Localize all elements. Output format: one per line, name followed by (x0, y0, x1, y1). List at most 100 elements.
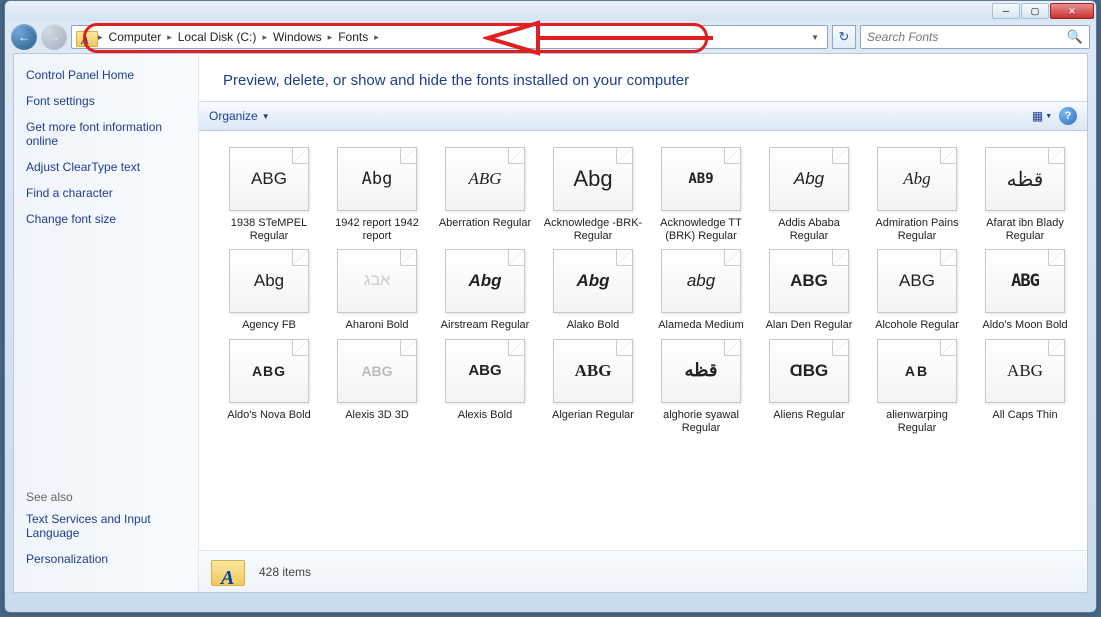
font-item[interactable]: ABalienwarping Regular (867, 339, 967, 435)
address-bar[interactable]: ▸ Computer ▸ Local Disk (C:) ▸ Windows ▸… (71, 25, 828, 49)
font-label: Aharoni Bold (346, 319, 409, 332)
sidebar: Control Panel Home Font settings Get mor… (14, 54, 199, 592)
view-icon: ▦ (1032, 109, 1043, 123)
font-item[interactable]: ABGAldo's Moon Bold (975, 249, 1075, 332)
titlebar: ─ ▢ ✕ (5, 1, 1096, 21)
font-label: Alan Den Regular (766, 319, 853, 332)
forward-button[interactable]: → (41, 24, 67, 50)
page-corner-icon (1048, 148, 1064, 164)
page-corner-icon (832, 250, 848, 266)
font-item[interactable]: Abg1942 report 1942 report (327, 147, 427, 243)
font-item[interactable]: ⱭBGAliens Regular (759, 339, 859, 435)
sidebar-link-cleartype[interactable]: Adjust ClearType text (26, 160, 186, 174)
font-item[interactable]: ABGAlexis 3D 3D (327, 339, 427, 435)
font-item[interactable]: ABGAll Caps Thin (975, 339, 1075, 435)
font-label: alghorie syawal Regular (651, 409, 751, 435)
font-label: Acknowledge TT (BRK) Regular (651, 217, 751, 243)
address-dropdown-icon[interactable]: ▼ (807, 33, 823, 42)
page-corner-icon (1048, 250, 1064, 266)
font-label: Alexis Bold (458, 409, 512, 422)
font-thumbnail: ABG (985, 249, 1065, 313)
font-item[interactable]: AbgAgency FB (219, 249, 319, 332)
font-item[interactable]: ABG Alan Den Regular (759, 249, 859, 332)
font-thumbnail: ABG (877, 249, 957, 313)
font-item[interactable]: ABG Alcohole Regular (867, 249, 967, 332)
font-thumbnail: ABG (229, 147, 309, 211)
refresh-icon: ↻ (839, 29, 850, 45)
page-corner-icon (616, 250, 632, 266)
sidebar-link-font-settings[interactable]: Font settings (26, 94, 186, 108)
font-item[interactable]: AbgAcknowledge -BRK- Regular (543, 147, 643, 243)
refresh-button[interactable]: ↻ (832, 25, 856, 49)
view-options-button[interactable]: ▦ ▼ (1031, 106, 1053, 126)
chevron-right-icon[interactable]: ▸ (167, 32, 172, 43)
font-label: Airstream Regular (441, 319, 530, 332)
font-item[interactable]: قظهAfarat ibn Blady Regular (975, 147, 1075, 243)
font-thumbnail: Abg (769, 147, 849, 211)
font-item[interactable]: AbgAdmiration Pains Regular (867, 147, 967, 243)
help-icon: ? (1065, 110, 1072, 122)
font-thumbnail: AB9 (661, 147, 741, 211)
explorer-window: ─ ▢ ✕ ← → ▸ Computer ▸ Local Disk (C:) ▸… (4, 0, 1097, 613)
font-item[interactable]: ABG Aberration Regular (435, 147, 535, 243)
back-button[interactable]: ← (11, 24, 37, 50)
font-thumbnail: Abg (553, 249, 633, 313)
chevron-right-icon[interactable]: ▸ (98, 32, 103, 43)
font-thumbnail: قظه (661, 339, 741, 403)
font-item[interactable]: abgAlameda Medium (651, 249, 751, 332)
help-button[interactable]: ? (1059, 107, 1077, 125)
sidebar-link-personalization[interactable]: Personalization (26, 552, 186, 566)
font-label: Admiration Pains Regular (867, 217, 967, 243)
font-thumbnail: ABG (985, 339, 1065, 403)
font-item[interactable]: AbgAddis Ababa Regular (759, 147, 859, 243)
search-icon[interactable]: 🔍 (1067, 29, 1083, 45)
breadcrumb-windows[interactable]: Windows (269, 30, 326, 44)
arrow-left-icon: ← (18, 30, 30, 44)
sidebar-link-more-info[interactable]: Get more font information online (26, 120, 186, 148)
page-corner-icon (508, 148, 524, 164)
font-item[interactable]: AbgAirstream Regular (435, 249, 535, 332)
font-thumbnail: ABG (445, 147, 525, 211)
sidebar-link-font-size[interactable]: Change font size (26, 212, 186, 226)
font-label: Alcohole Regular (875, 319, 959, 332)
font-label: Aberration Regular (439, 217, 531, 230)
close-button[interactable]: ✕ (1050, 3, 1094, 19)
font-item[interactable]: ABG1938 STeMPEL Regular (219, 147, 319, 243)
breadcrumb-fonts[interactable]: Fonts (334, 30, 372, 44)
breadcrumb-computer[interactable]: Computer (105, 30, 166, 44)
maximize-button[interactable]: ▢ (1021, 3, 1049, 19)
font-label: Acknowledge -BRK- Regular (543, 217, 643, 243)
page-corner-icon (832, 148, 848, 164)
chevron-right-icon[interactable]: ▸ (262, 32, 267, 43)
page-corner-icon (940, 148, 956, 164)
breadcrumb-localdisk[interactable]: Local Disk (C:) (174, 30, 261, 44)
search-box[interactable]: 🔍 (860, 25, 1090, 49)
font-item[interactable]: ABGAlgerian Regular (543, 339, 643, 435)
font-thumbnail: ABG (553, 339, 633, 403)
arrow-right-icon: → (48, 30, 60, 44)
font-item[interactable]: AbgAlako Bold (543, 249, 643, 332)
font-thumbnail: Abg (337, 147, 417, 211)
chevron-right-icon[interactable]: ▸ (328, 32, 333, 43)
font-item[interactable]: AB9 Acknowledge TT (BRK) Regular (651, 147, 751, 243)
minimize-button[interactable]: ─ (992, 3, 1020, 19)
page-corner-icon (940, 250, 956, 266)
font-item[interactable]: ABGAldo's Nova Bold (219, 339, 319, 435)
chevron-right-icon[interactable]: ▸ (374, 32, 379, 43)
page-corner-icon (616, 340, 632, 356)
font-item[interactable]: ABGAlexis Bold (435, 339, 535, 435)
font-item[interactable]: قظه alghorie syawal Regular (651, 339, 751, 435)
font-label: Aldo's Nova Bold (227, 409, 310, 422)
main-panel: Preview, delete, or show and hide the fo… (199, 54, 1087, 592)
font-grid[interactable]: ABG1938 STeMPEL RegularAbg1942 report 19… (199, 131, 1087, 550)
font-thumbnail: ABG (769, 249, 849, 313)
organize-button[interactable]: Organize ▼ (209, 109, 270, 123)
sidebar-link-text-services[interactable]: Text Services and Input Language (26, 512, 186, 540)
body-area: Control Panel Home Font settings Get mor… (13, 53, 1088, 593)
sidebar-link-find-character[interactable]: Find a character (26, 186, 186, 200)
page-corner-icon (292, 148, 308, 164)
font-thumbnail: AB (877, 339, 957, 403)
search-input[interactable] (867, 30, 1067, 44)
sidebar-header[interactable]: Control Panel Home (26, 68, 186, 82)
font-item[interactable]: אבגAharoni Bold (327, 249, 427, 332)
